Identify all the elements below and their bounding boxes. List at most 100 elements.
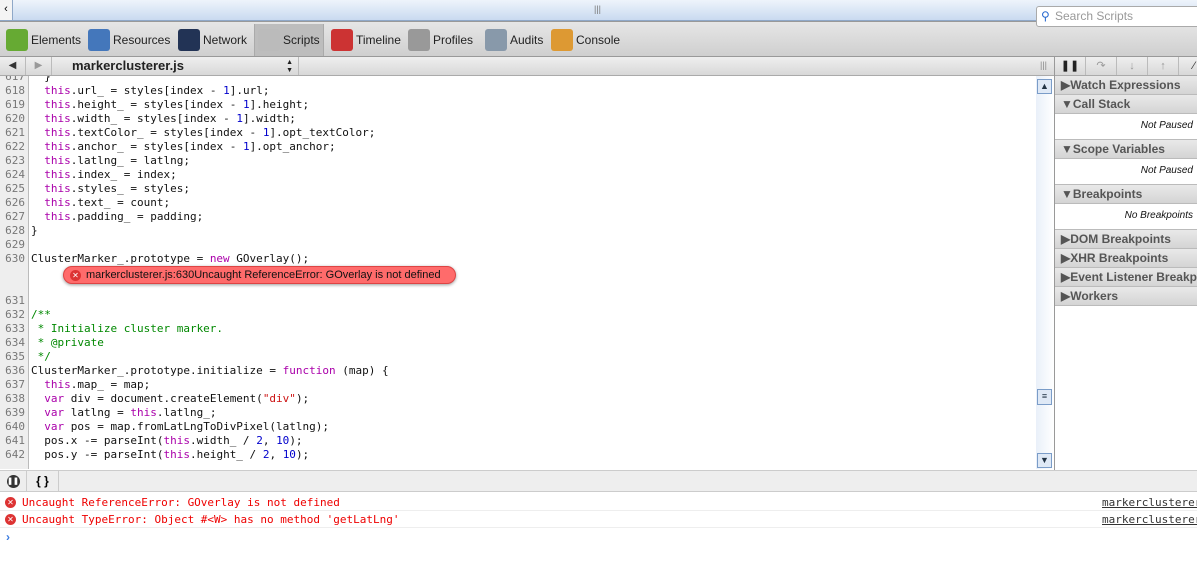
triangle-down-icon: ▼ — [1061, 142, 1073, 156]
code-token: .index_ = index; — [70, 168, 177, 181]
step-into-button[interactable]: ↓ — [1117, 57, 1148, 75]
section-breakpoints[interactable]: ▼Breakpoints — [1055, 185, 1197, 204]
section-watch-expressions[interactable]: ▶Watch Expressions — [1055, 76, 1197, 95]
forward-button[interactable]: ▶ — [26, 57, 52, 75]
line-number[interactable]: 622 — [0, 140, 27, 154]
line-number[interactable]: 625 — [0, 182, 27, 196]
code-token: this — [31, 182, 71, 195]
pretty-print-button[interactable]: { } — [27, 471, 59, 492]
code-line: 634 * @private — [0, 336, 1036, 350]
line-number[interactable]: 631 — [0, 294, 27, 308]
section-dom-breakpoints[interactable]: ▶DOM Breakpoints — [1055, 230, 1197, 249]
line-number[interactable]: 630 — [0, 252, 27, 266]
line-number[interactable]: 628 — [0, 224, 27, 238]
scroll-down-button[interactable]: ▼ — [1037, 453, 1052, 468]
line-number[interactable]: 633 — [0, 322, 27, 336]
tab-elements[interactable]: Elements — [3, 24, 84, 56]
section-scope-variables[interactable]: ▼Scope Variables — [1055, 140, 1197, 159]
console-prompt[interactable]: › — [6, 530, 10, 544]
tab-label: Console — [576, 33, 621, 47]
search-scripts-input[interactable]: ⚲ Search Scripts — [1036, 6, 1197, 27]
line-text: /** — [27, 308, 51, 321]
audits-icon — [485, 29, 507, 51]
tab-label: Timeline — [356, 33, 401, 47]
line-text: this.padding_ = padding; — [27, 210, 203, 223]
section-call-stack[interactable]: ▼Call Stack — [1055, 95, 1197, 114]
code-scrollbar[interactable]: ▲ ≡ ▼ — [1036, 76, 1054, 469]
code-token: pos = map.fromLatLngToDivPixel(latlng); — [64, 420, 330, 433]
section-title: Event Listener Breakpoints — [1070, 270, 1197, 284]
triangle-down-icon: ▼ — [1061, 97, 1073, 111]
tab-scripts[interactable]: Scripts — [254, 24, 324, 56]
source-code-view[interactable]: 617 } 618 this.url_ = styles[index - 1].u… — [0, 76, 1036, 469]
triangle-right-icon: ▶ — [1061, 232, 1071, 246]
message-source-link[interactable]: markerclusterer.js:630 — [1102, 494, 1197, 511]
code-token: ].opt_textColor; — [269, 126, 376, 139]
resize-grip-icon[interactable]: ||| — [1040, 60, 1047, 70]
tab-timeline[interactable]: Timeline — [328, 24, 404, 56]
section-workers[interactable]: ▶Workers — [1055, 287, 1197, 306]
code-line: 636 ClusterMarker_.prototype.initialize =… — [0, 364, 1036, 378]
code-token: .height_ / — [189, 448, 263, 461]
code-line: 635 */ — [0, 350, 1036, 364]
tab-network[interactable]: Network — [175, 24, 250, 56]
code-token: "div" — [262, 392, 296, 405]
code-token: ); — [295, 392, 310, 405]
console-message: ✕ Uncaught TypeError: Object #<W> has no … — [0, 511, 1197, 528]
window-scrollbar[interactable]: ‹ ||| — [0, 0, 1197, 21]
line-text: this.index_ = index; — [27, 168, 177, 181]
line-number[interactable]: 640 — [0, 420, 27, 434]
console-message: ✕ Uncaught ReferenceError: GOverlay is no… — [0, 494, 1197, 511]
message-source-link[interactable]: markerclusterer.js — [1102, 511, 1197, 528]
line-number[interactable]: 632 — [0, 308, 27, 322]
back-button[interactable]: ◀ — [0, 57, 26, 75]
tab-console[interactable]: Console — [548, 24, 623, 56]
line-number[interactable]: 638 — [0, 392, 27, 406]
line-number[interactable]: 627 — [0, 210, 27, 224]
debugger-controls: ❚❚ ↷ ↓ ↑ ⁄ — [1055, 57, 1197, 76]
line-text: * @private — [27, 336, 104, 349]
step-over-button[interactable]: ↷ — [1086, 57, 1117, 75]
line-number[interactable]: 624 — [0, 168, 27, 182]
line-number[interactable]: 620 — [0, 112, 27, 126]
line-number[interactable]: 642 — [0, 448, 27, 462]
code-token: this — [31, 126, 71, 139]
line-number[interactable]: 619 — [0, 98, 27, 112]
line-number[interactable]: 639 — [0, 406, 27, 420]
line-number[interactable]: 626 — [0, 196, 27, 210]
tab-resources[interactable]: Resources — [85, 24, 173, 56]
scroll-up-button[interactable]: ▲ — [1037, 79, 1052, 94]
line-number[interactable]: 637 — [0, 378, 27, 392]
line-number[interactable]: 629 — [0, 238, 27, 252]
line-number[interactable]: 618 — [0, 84, 27, 98]
line-text: this.url_ = styles[index - 1].url; — [27, 84, 269, 97]
script-file-select[interactable]: markerclusterer.js ▲ ▼ — [52, 57, 299, 75]
line-number[interactable]: 641 — [0, 434, 27, 448]
code-token: , — [269, 448, 283, 461]
elements-icon — [6, 29, 28, 51]
line-number[interactable]: 621 — [0, 126, 27, 140]
tab-label: Elements — [31, 33, 82, 47]
pause-button[interactable]: ❚❚ — [1055, 57, 1086, 75]
section-event-listener-breakpoints[interactable]: ▶Event Listener Breakpoints — [1055, 268, 1197, 287]
pause-on-exceptions-button[interactable]: ❚❚ — [0, 471, 27, 492]
deactivate-breakpoints-button[interactable]: ⁄ — [1179, 57, 1197, 75]
code-token: .anchor_ = styles[index - — [70, 140, 243, 153]
error-icon: ✕ — [5, 514, 16, 525]
line-number[interactable]: 635 — [0, 350, 27, 364]
line-number[interactable]: 623 — [0, 154, 27, 168]
line-number[interactable]: 617 — [0, 76, 27, 84]
section-xhr-breakpoints[interactable]: ▶XHR Breakpoints — [1055, 249, 1197, 268]
triangle-right-icon: ▶ — [1061, 270, 1071, 284]
profiles-icon — [408, 29, 430, 51]
tab-audits[interactable]: Audits — [482, 24, 546, 56]
step-out-button[interactable]: ↑ — [1148, 57, 1179, 75]
chevron-left-icon[interactable]: ‹ — [0, 0, 13, 20]
line-text: this.text_ = count; — [27, 196, 170, 209]
line-number[interactable]: 634 — [0, 336, 27, 350]
code-token: latlng = — [64, 406, 131, 419]
line-number[interactable]: 636 — [0, 364, 27, 378]
tab-profiles[interactable]: Profiles — [405, 24, 476, 56]
scroll-thumb[interactable]: ≡ — [1037, 389, 1052, 405]
triangle-down-icon: ▼ — [1061, 187, 1073, 201]
